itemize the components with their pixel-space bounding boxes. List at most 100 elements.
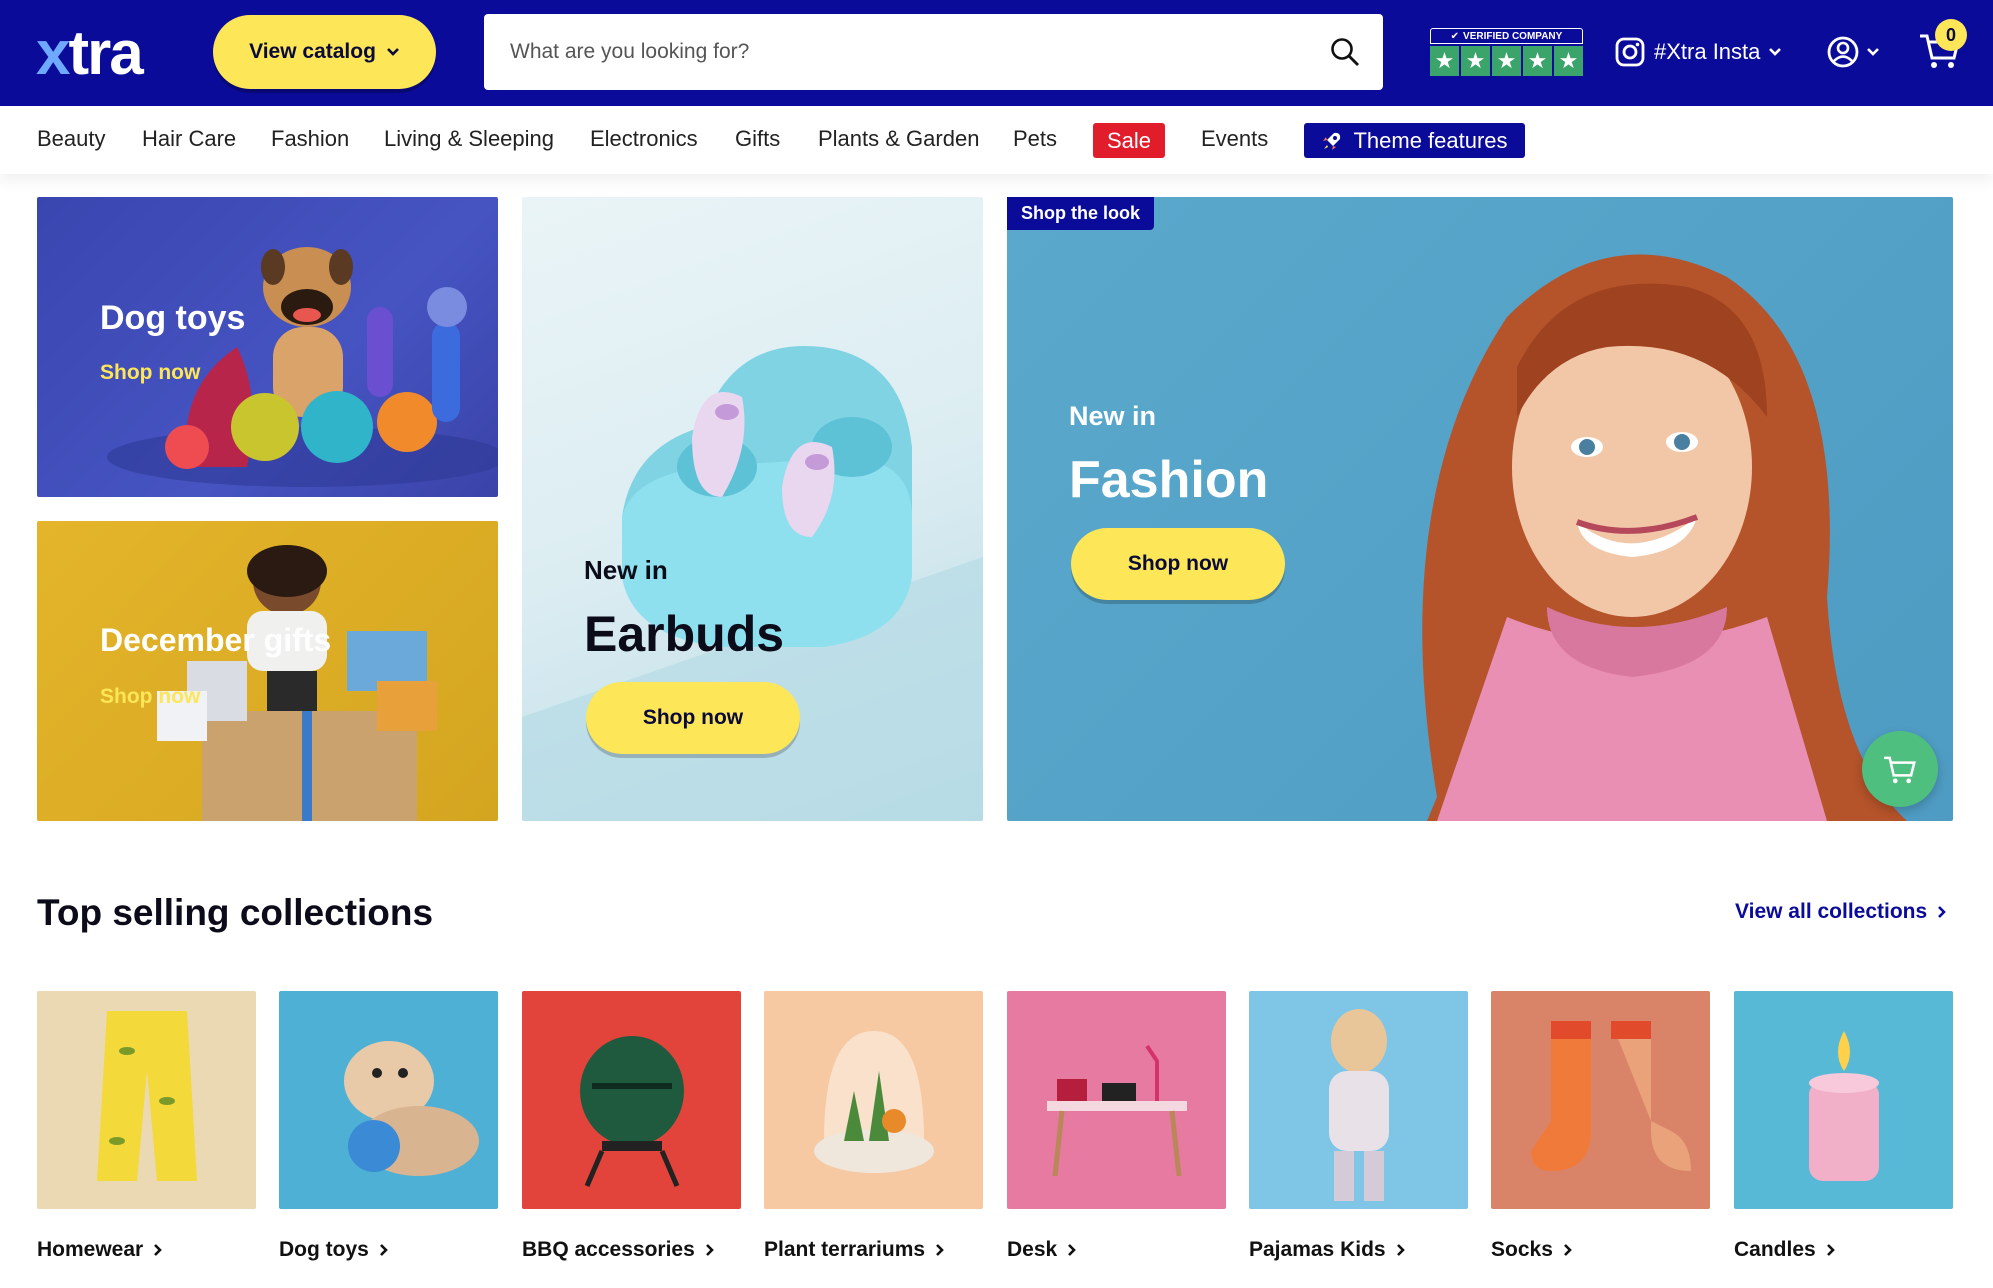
chevron-right-icon	[1826, 1244, 1835, 1256]
account-menu[interactable]	[1826, 30, 1880, 74]
earbuds-title: Earbuds	[584, 606, 785, 662]
collection-label: Plant terrariums	[764, 1238, 945, 1262]
chevron-right-icon	[154, 1244, 163, 1256]
desk-image	[1047, 1044, 1187, 1177]
instagram-icon	[1615, 37, 1645, 67]
search-icon[interactable]	[1329, 36, 1361, 68]
collection-label: Dog toys	[279, 1238, 389, 1262]
socks-image	[1531, 1021, 1691, 1171]
verified-header: ✔ VERIFIED COMPANY	[1430, 28, 1583, 44]
collection-card-pajamas-kids[interactable]: Pajamas Kids	[1249, 991, 1468, 1261]
chevron-right-icon	[1938, 906, 1947, 918]
hero-tile-fashion[interactable]: New in Fashion Shop now	[1007, 197, 1953, 821]
rating-stars: ★ ★ ★ ★ ★	[1430, 46, 1583, 76]
kid-pajamas-image	[1329, 1009, 1389, 1201]
candle-image	[1809, 1031, 1879, 1181]
collection-label-text: Pajamas Kids	[1249, 1238, 1386, 1261]
star-icon: ★	[1554, 46, 1583, 76]
shop-the-look-cart-button[interactable]	[1862, 731, 1938, 807]
earbuds-kicker: New in	[584, 555, 668, 585]
fashion-kicker: New in	[1069, 401, 1157, 431]
nav-item-living-sleeping[interactable]: Living & Sleeping	[384, 126, 554, 152]
collection-image	[1007, 991, 1226, 1209]
collection-label: Socks	[1491, 1238, 1573, 1262]
collection-card-socks[interactable]: Socks	[1491, 991, 1710, 1261]
logo-accent: x	[36, 18, 71, 88]
shop-the-look-badge: Shop the look	[1007, 197, 1154, 230]
hero-tile-earbuds[interactable]: New in Earbuds Shop now	[522, 197, 983, 821]
fashion-title: Fashion	[1069, 451, 1269, 509]
collection-card-homewear[interactable]: Homewear	[37, 991, 256, 1261]
earbuds-shop-now-button[interactable]: Shop now	[586, 682, 800, 754]
instagram-link[interactable]: #Xtra Insta	[1614, 30, 1782, 74]
search-input[interactable]	[510, 40, 1329, 64]
dog-toys-illustration	[107, 247, 498, 487]
collection-card-plant-terrariums[interactable]: Plant terrariums	[764, 991, 983, 1261]
view-all-collections-link[interactable]: View all collections	[1735, 900, 1947, 924]
nav-item-fashion[interactable]: Fashion	[271, 126, 349, 152]
chevron-down-icon	[387, 48, 399, 56]
logo[interactable]: x tra	[36, 18, 144, 88]
puppy-image	[344, 1041, 479, 1176]
chevron-right-icon	[1396, 1244, 1405, 1256]
collection-image	[1734, 991, 1953, 1209]
cart-count-badge: 0	[1935, 19, 1967, 51]
collection-label-text: Homewear	[37, 1238, 144, 1261]
collection-image	[1249, 991, 1468, 1209]
logo-text: tra	[68, 18, 143, 88]
collection-label-text: Socks	[1491, 1238, 1553, 1261]
nav-item-theme-features[interactable]: Theme features	[1304, 123, 1525, 158]
nav-item-pets[interactable]: Pets	[1013, 126, 1057, 152]
instagram-label: #Xtra Insta	[1654, 39, 1761, 64]
nav-item-plants-garden[interactable]: Plants & Garden	[818, 126, 979, 152]
verified-company-badge[interactable]: ✔ VERIFIED COMPANY ★ ★ ★ ★ ★	[1430, 28, 1583, 76]
collection-image	[279, 991, 498, 1209]
category-nav: Beauty Hair Care Fashion Living & Sleepi…	[0, 106, 1993, 174]
collection-label-text: Candles	[1734, 1238, 1816, 1261]
nav-item-hair-care[interactable]: Hair Care	[142, 126, 236, 152]
collection-card-candles[interactable]: Candles	[1734, 991, 1953, 1261]
december-gifts-shop-link[interactable]: Shop now	[100, 685, 200, 709]
pajama-pants-image	[97, 1011, 197, 1181]
december-gifts-title: December gifts	[100, 622, 332, 658]
verified-label: VERIFIED COMPANY	[1463, 30, 1563, 42]
hero-tile-dog-toys[interactable]: Dog toys Shop now	[37, 197, 498, 497]
view-catalog-button[interactable]: View catalog	[213, 15, 436, 89]
dog-toys-title: Dog toys	[100, 299, 246, 337]
collection-card-desk[interactable]: Desk	[1007, 991, 1226, 1261]
dog-toys-shop-link[interactable]: Shop now	[100, 361, 200, 385]
nav-item-sale[interactable]: Sale	[1093, 123, 1165, 158]
user-icon	[1827, 36, 1859, 68]
collection-label: BBQ accessories	[522, 1238, 715, 1262]
chevron-right-icon	[379, 1244, 388, 1256]
shield-check-icon: ✔	[1450, 30, 1460, 42]
chevron-right-icon	[1068, 1244, 1077, 1256]
nav-item-events[interactable]: Events	[1201, 126, 1268, 152]
collection-image	[764, 991, 983, 1209]
nav-item-gifts[interactable]: Gifts	[735, 126, 780, 152]
collection-label-text: Desk	[1007, 1238, 1058, 1261]
hero-tile-december-gifts[interactable]: December gifts Shop now	[37, 521, 498, 821]
collection-image	[1491, 991, 1710, 1209]
collection-image	[522, 991, 741, 1209]
collection-label: Pajamas Kids	[1249, 1238, 1406, 1262]
chevron-right-icon	[705, 1244, 714, 1256]
collection-label: Candles	[1734, 1238, 1836, 1262]
collection-card-bbq-accessories[interactable]: BBQ accessories	[522, 991, 741, 1261]
collection-image	[37, 991, 256, 1209]
chevron-right-icon	[936, 1244, 944, 1256]
nav-item-electronics[interactable]: Electronics	[590, 126, 698, 152]
grill-image	[580, 1036, 684, 1187]
gifts-illustration	[157, 545, 437, 821]
rocket-icon	[1323, 132, 1341, 150]
chevron-right-icon	[1563, 1244, 1572, 1256]
view-all-label: View all collections	[1735, 900, 1928, 923]
star-icon: ★	[1461, 46, 1490, 76]
chevron-down-icon	[1867, 48, 1879, 56]
chevron-down-icon	[1769, 48, 1782, 56]
fashion-shop-now-button[interactable]: Shop now	[1071, 528, 1285, 600]
collection-label-text: Plant terrariums	[764, 1238, 926, 1261]
nav-item-beauty[interactable]: Beauty	[37, 126, 106, 152]
collection-card-dog-toys[interactable]: Dog toys	[279, 991, 498, 1261]
search-bar[interactable]	[484, 14, 1383, 90]
